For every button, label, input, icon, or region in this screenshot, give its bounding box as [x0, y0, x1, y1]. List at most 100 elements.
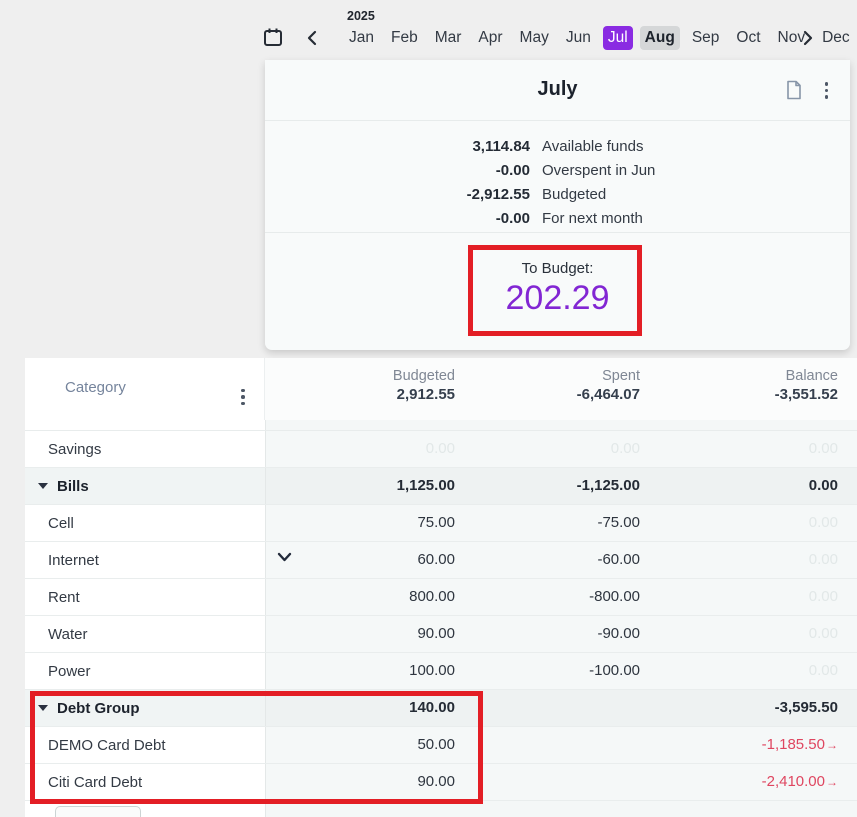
- month-item-dec[interactable]: Dec: [817, 26, 855, 50]
- category-row-power: Power 100.00 -100.00 0.00: [25, 653, 857, 690]
- category-column-header: Category: [65, 379, 126, 396]
- column-label: Spent: [577, 368, 640, 384]
- summary-label: For next month: [542, 210, 643, 227]
- balance-cell[interactable]: 0.00: [708, 653, 838, 689]
- budgeted-cell[interactable]: 60.00: [335, 542, 455, 578]
- category-name-cell[interactable]: Savings: [25, 431, 265, 467]
- summary-row: -2,912.55 Budgeted: [265, 182, 850, 206]
- balance-cell[interactable]: 0.00: [708, 616, 838, 652]
- month-title: July: [265, 78, 850, 101]
- annotation-box-to-budget: [468, 245, 642, 336]
- month-item-sep[interactable]: Sep: [687, 26, 725, 50]
- budgeted-cell[interactable]: 800.00: [335, 579, 455, 615]
- summary-label: Available funds: [542, 138, 643, 155]
- category-name-cell[interactable]: Cell: [25, 505, 265, 541]
- partial-row: [25, 420, 857, 431]
- month-item-feb[interactable]: Feb: [386, 26, 423, 50]
- month-item-jan[interactable]: Jan: [344, 26, 379, 50]
- balance-cell[interactable]: -2,410.00→: [708, 764, 838, 800]
- annotation-box-debt-group: [30, 691, 483, 804]
- category-row-internet: Internet 60.00 -60.00 0.00: [25, 542, 857, 579]
- notes-document-icon[interactable]: [785, 80, 803, 100]
- table-header: Category Budgeted2,912.55Spent-6,464.07B…: [25, 358, 857, 420]
- carryover-arrow-icon[interactable]: →: [826, 775, 838, 789]
- spent-cell[interactable]: -60.00: [520, 542, 640, 578]
- spent-cell[interactable]: -100.00: [520, 653, 640, 689]
- budgeted-cell[interactable]: 75.00: [335, 505, 455, 541]
- spent-cell[interactable]: -75.00: [520, 505, 640, 541]
- month-item-mar[interactable]: Mar: [430, 26, 467, 50]
- spent-cell[interactable]: [520, 764, 640, 800]
- spent-cell[interactable]: -90.00: [520, 616, 640, 652]
- category-name[interactable]: Bills: [57, 478, 89, 495]
- balance-cell[interactable]: -3,595.50: [708, 690, 838, 726]
- column-header-spent: Spent-6,464.07: [577, 368, 640, 403]
- budgeted-cell[interactable]: 100.00: [335, 653, 455, 689]
- balance-cell[interactable]: -1,185.50→: [708, 727, 838, 763]
- calendar-icon[interactable]: [262, 26, 284, 48]
- month-item-apr[interactable]: Apr: [473, 26, 507, 50]
- collapse-triangle-icon[interactable]: [38, 483, 48, 489]
- balance-cell[interactable]: 0.00: [708, 579, 838, 615]
- balance-cell[interactable]: 0.00: [708, 542, 838, 578]
- category-name[interactable]: Power: [48, 663, 91, 680]
- column-headers: Budgeted 2,912.55 Spent-6,464.07 Balance -3,…: [265, 358, 857, 420]
- budgeted-cell[interactable]: 1,125.00: [335, 468, 455, 504]
- balance-cell[interactable]: 0.00: [708, 431, 838, 467]
- category-row-water: Water 90.00 -90.00 0.00: [25, 616, 857, 653]
- summary-value: -2,912.55: [265, 186, 530, 203]
- month-item-may[interactable]: May: [515, 26, 554, 50]
- summary-row: -0.00 For next month: [265, 206, 850, 230]
- year-label: 2025: [347, 9, 375, 23]
- chevron-down-icon[interactable]: [277, 552, 292, 563]
- category-name[interactable]: Savings: [48, 441, 101, 458]
- group-row-bills: Bills 1,125.00 -1,125.00 0.00: [25, 468, 857, 505]
- month-item-jul[interactable]: Jul: [603, 26, 633, 50]
- month-item-oct[interactable]: Oct: [731, 26, 765, 50]
- month-navigation-bar: 2025 JanFebMarAprMayJunJulAugSepOctNovDe…: [0, 0, 857, 60]
- category-name-cell[interactable]: Power: [25, 653, 265, 689]
- month-item-aug[interactable]: Aug: [640, 26, 680, 50]
- category-row-rent: Rent 800.00 -800.00 0.00: [25, 579, 857, 616]
- summary-label: Budgeted: [542, 186, 606, 203]
- category-name-cell[interactable]: Water: [25, 616, 265, 652]
- budgeted-cell[interactable]: 0.00: [335, 431, 455, 467]
- summary-label: Overspent in Jun: [542, 162, 655, 179]
- carryover-arrow-icon[interactable]: →: [826, 738, 838, 752]
- spent-cell[interactable]: -800.00: [520, 579, 640, 615]
- spent-cell[interactable]: -1,125.00: [520, 468, 640, 504]
- category-name-cell[interactable]: Rent: [25, 579, 265, 615]
- partial-bottom-button[interactable]: [55, 806, 141, 817]
- column-label: Balance: [775, 368, 838, 384]
- month-item-jun[interactable]: Jun: [561, 26, 596, 50]
- category-name[interactable]: Cell: [48, 515, 74, 532]
- card-header: July: [265, 60, 850, 121]
- category-row-savings: Savings 0.00 0.00 0.00: [25, 431, 857, 468]
- category-name[interactable]: Internet: [48, 552, 99, 569]
- month-list: JanFebMarAprMayJunJulAugSepOctNovDec: [344, 26, 855, 50]
- balance-cell[interactable]: 0.00: [708, 505, 838, 541]
- column-total: 2,912.55: [393, 386, 455, 403]
- category-name[interactable]: Rent: [48, 589, 80, 606]
- budgeted-cell[interactable]: 90.00: [335, 616, 455, 652]
- category-name-cell[interactable]: Internet: [25, 542, 265, 578]
- summary-value: -0.00: [265, 210, 530, 227]
- category-name[interactable]: Water: [48, 626, 87, 643]
- funds-summary: 3,114.84 Available funds -0.00 Overspent in…: [265, 121, 850, 233]
- summary-value: 3,114.84: [265, 138, 530, 155]
- category-kebab-icon[interactable]: [241, 380, 245, 405]
- spent-cell[interactable]: [520, 727, 640, 763]
- chevron-left-icon[interactable]: [305, 28, 325, 48]
- column-total: -3,551.52: [775, 386, 838, 403]
- kebab-menu-icon[interactable]: [825, 82, 829, 99]
- column-label: Budgeted: [393, 368, 455, 384]
- category-row-cell: Cell 75.00 -75.00 0.00: [25, 505, 857, 542]
- category-name-cell[interactable]: Bills: [25, 468, 265, 504]
- column-header-balance: Balance -3,551.52: [775, 368, 838, 403]
- column-header-budgeted: Budgeted 2,912.55: [393, 368, 455, 403]
- balance-cell[interactable]: 0.00: [708, 468, 838, 504]
- chevron-right-icon[interactable]: [799, 28, 819, 48]
- summary-row: 3,114.84 Available funds: [265, 134, 850, 158]
- spent-cell[interactable]: [520, 690, 640, 726]
- spent-cell[interactable]: 0.00: [520, 431, 640, 467]
